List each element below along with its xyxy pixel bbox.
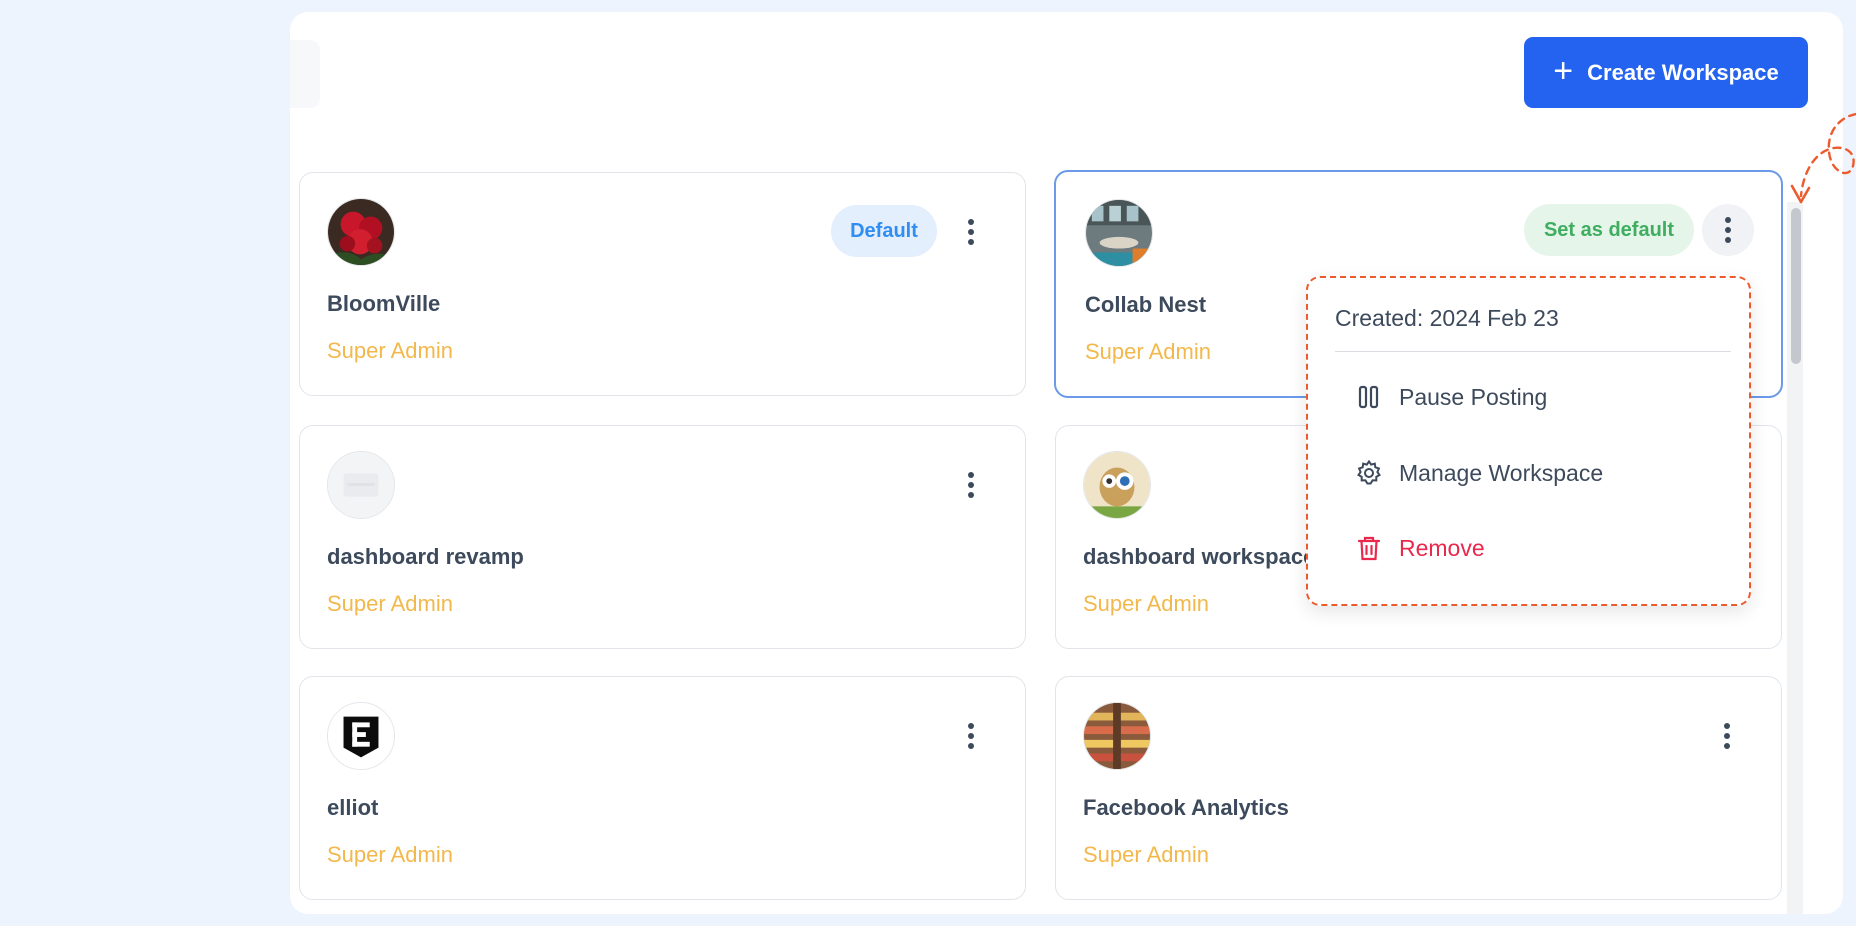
pause-posting-label: Pause Posting bbox=[1399, 383, 1548, 410]
e-shield-logo-icon bbox=[328, 703, 394, 769]
workspace-name: Collab Nest bbox=[1085, 292, 1207, 317]
workspace-name: BloomVille bbox=[327, 291, 441, 316]
office-photo-icon bbox=[1086, 200, 1152, 266]
kebab-icon bbox=[968, 219, 974, 245]
workspace-card-elliot[interactable]: elliot Super Admin bbox=[299, 676, 1026, 900]
gear-icon bbox=[1357, 459, 1381, 485]
workspace-avatar bbox=[1085, 199, 1153, 267]
remove-menu-item[interactable]: Remove bbox=[1355, 528, 1485, 568]
create-workspace-button[interactable]: + Create Workspace bbox=[1524, 37, 1808, 108]
more-options-button[interactable] bbox=[1701, 710, 1753, 762]
cartoon-owl-photo-icon bbox=[1084, 452, 1150, 518]
more-options-button[interactable] bbox=[945, 459, 997, 511]
trash-icon bbox=[1357, 536, 1381, 561]
plus-icon: + bbox=[1553, 52, 1574, 90]
annotation-arrow-icon bbox=[1790, 112, 1856, 204]
workspace-avatar bbox=[327, 198, 395, 266]
create-workspace-label: Create Workspace bbox=[1587, 59, 1779, 85]
pause-posting-menu-item[interactable]: Pause Posting bbox=[1355, 377, 1547, 417]
menu-divider bbox=[1335, 351, 1731, 352]
workspace-name: dashboard workspace bbox=[1083, 544, 1316, 569]
workspace-name: elliot bbox=[327, 795, 379, 820]
remove-label: Remove bbox=[1399, 534, 1485, 561]
workspace-role: Super Admin bbox=[1083, 591, 1209, 616]
workspace-role: Super Admin bbox=[327, 591, 453, 616]
workspace-options-menu: Created: 2024 Feb 23 Pause Posting Manag… bbox=[1306, 276, 1751, 606]
manage-workspace-menu-item[interactable]: Manage Workspace bbox=[1355, 453, 1603, 493]
more-options-button[interactable] bbox=[945, 206, 997, 258]
workspace-name: Facebook Analytics bbox=[1083, 795, 1289, 820]
placeholder-image-icon bbox=[328, 452, 394, 518]
manage-workspace-label: Manage Workspace bbox=[1399, 459, 1604, 486]
workspace-card-facebook-analytics[interactable]: Facebook Analytics Super Admin bbox=[1055, 676, 1782, 900]
default-badge: Default bbox=[831, 205, 937, 257]
workspace-avatar bbox=[327, 451, 395, 519]
more-options-button[interactable] bbox=[945, 710, 997, 762]
kebab-icon bbox=[968, 723, 974, 749]
kebab-icon bbox=[1724, 723, 1730, 749]
workspace-avatar bbox=[1083, 451, 1151, 519]
workspace-card-bloomville[interactable]: Default BloomVille Super Admin bbox=[299, 172, 1026, 396]
workspace-role: Super Admin bbox=[1083, 842, 1209, 867]
search-box[interactable] bbox=[290, 40, 320, 108]
workspace-role: Super Admin bbox=[327, 842, 453, 867]
grocery-store-photo-icon bbox=[1084, 703, 1150, 769]
workspace-name: dashboard revamp bbox=[327, 544, 524, 569]
kebab-icon bbox=[1725, 217, 1731, 243]
roses-photo-icon bbox=[328, 199, 394, 265]
workspace-avatar bbox=[327, 702, 395, 770]
workspace-card-dashboard-revamp[interactable]: dashboard revamp Super Admin bbox=[299, 425, 1026, 649]
workspace-role: Super Admin bbox=[1085, 339, 1211, 364]
set-as-default-button[interactable]: Set as default bbox=[1524, 204, 1694, 256]
created-date: Created: 2024 Feb 23 bbox=[1335, 305, 1559, 331]
scrollbar-thumb[interactable] bbox=[1791, 208, 1801, 364]
workspace-role: Super Admin bbox=[327, 338, 453, 363]
more-options-button[interactable] bbox=[1702, 204, 1754, 256]
pause-icon bbox=[1358, 385, 1379, 409]
workspace-avatar bbox=[1083, 702, 1151, 770]
kebab-icon bbox=[968, 472, 974, 498]
